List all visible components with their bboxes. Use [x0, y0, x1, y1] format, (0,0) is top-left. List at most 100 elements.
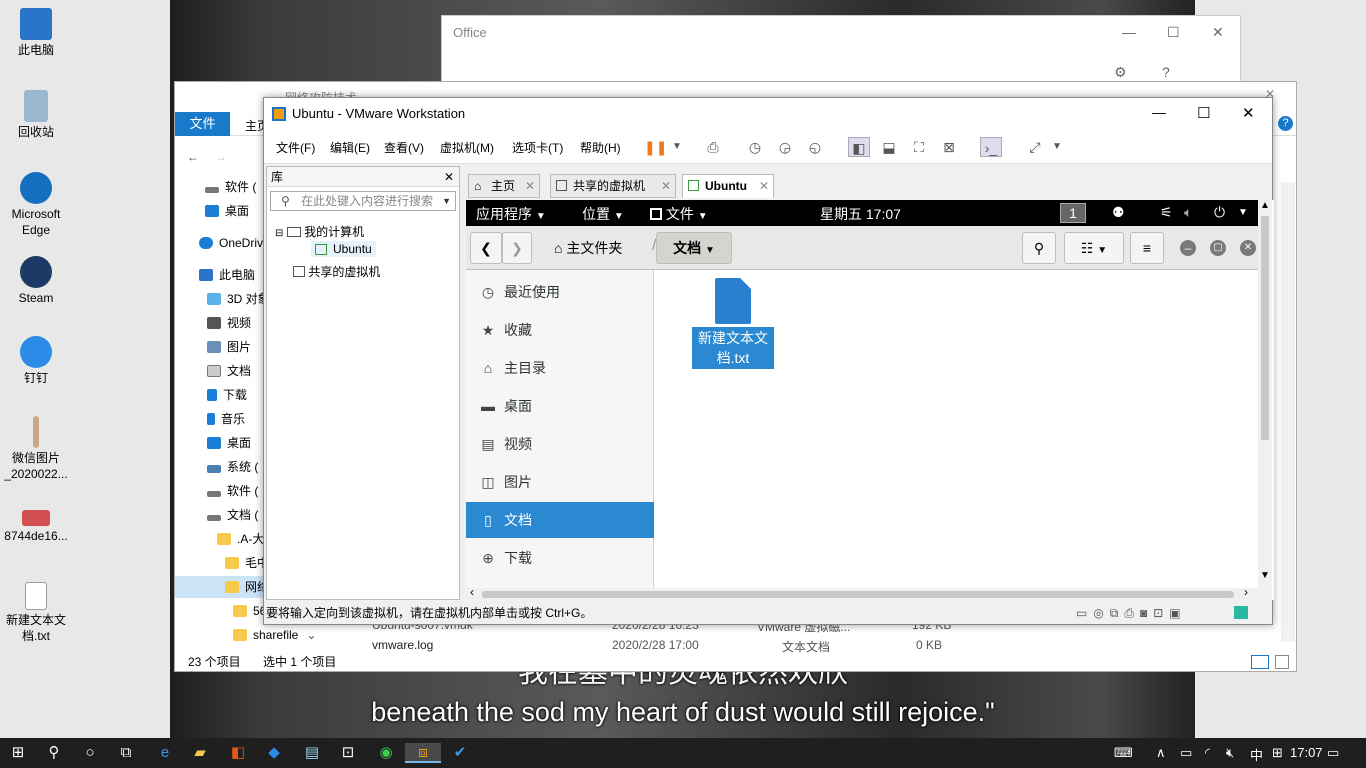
desktop-icon-steam[interactable]: Steam: [2, 256, 70, 306]
menu-help[interactable]: 帮助(H): [580, 139, 621, 156]
nav-item[interactable]: 56: [233, 600, 267, 622]
desktop-icon-wechat-image[interactable]: 微信图片_2020022...: [2, 416, 70, 482]
library-search-input[interactable]: ⚲ 在此处键入内容进行搜索 ▼: [270, 191, 456, 211]
scroll-down-icon[interactable]: ▼: [1260, 570, 1270, 581]
place-desktop[interactable]: ▬ 桌面: [466, 388, 654, 424]
stretch-icon[interactable]: ⤢: [1024, 137, 1046, 157]
maximize-icon[interactable]: ▢: [1210, 240, 1226, 256]
chevron-down-icon[interactable]: ▼: [666, 137, 688, 157]
store-icon[interactable]: ⊡: [338, 743, 358, 763]
message-icon[interactable]: [1234, 606, 1248, 619]
scroll-left-icon[interactable]: ‹: [470, 585, 474, 599]
desktop-icon-this-pc[interactable]: 此电脑: [2, 8, 70, 58]
tab-shared-vms[interactable]: 共享的虚拟机 ✕: [550, 174, 676, 198]
ribbon-file-tab[interactable]: 文件: [175, 112, 230, 136]
notepad-icon[interactable]: ▤: [302, 743, 322, 763]
close-icon[interactable]: ✕: [759, 175, 769, 197]
explorer-vertical-scrollbar[interactable]: [1281, 182, 1295, 642]
back-arrow-icon[interactable]: ←: [187, 150, 199, 164]
users-icon[interactable]: ⚉: [1112, 204, 1125, 221]
nav-item[interactable]: 视频: [207, 312, 251, 334]
help-icon[interactable]: ?: [1162, 64, 1170, 80]
nav-item[interactable]: 桌面: [207, 432, 251, 454]
volume-icon[interactable]: 🔈︎: [1184, 204, 1192, 221]
nav-item[interactable]: 3D 对象: [207, 288, 267, 310]
library-view-icon[interactable]: ◧: [848, 137, 870, 157]
device-status-icons[interactable]: ▭◎⧉⎙◙⊡▣: [1076, 604, 1187, 622]
close-icon[interactable]: ✕: [661, 175, 671, 197]
desktop-icon-dingtalk[interactable]: 钉钉: [2, 336, 70, 386]
collapse-icon[interactable]: ⊟: [275, 228, 283, 239]
desktop-icon-text-file[interactable]: 新建文本文档.txt: [2, 582, 70, 644]
edge-icon[interactable]: e: [155, 743, 175, 763]
path-current-folder-button[interactable]: 文档 ▼: [656, 232, 732, 264]
files-app-menu[interactable]: 文件 ▼: [650, 204, 708, 224]
vmware-window[interactable]: Ubuntu - VMware Workstation — ☐ ✕ 文件(F) …: [263, 97, 1274, 625]
battery-icon[interactable]: ▭: [1180, 745, 1192, 761]
fullscreen-icon[interactable]: ⛶: [908, 137, 930, 157]
place-documents[interactable]: ▯ 文档: [466, 502, 654, 538]
nav-item[interactable]: 图片: [207, 336, 251, 358]
chevron-down-icon[interactable]: ▼: [442, 192, 451, 210]
scrollbar-thumb[interactable]: [1261, 216, 1269, 440]
tree-node-shared-vms[interactable]: 共享的虚拟机: [293, 263, 380, 280]
large-icons-view-icon[interactable]: [1275, 655, 1289, 669]
nav-item-selected[interactable]: 网络: [175, 576, 267, 598]
cortana-icon[interactable]: ○: [80, 743, 100, 763]
forward-arrow-icon[interactable]: →: [215, 150, 227, 164]
menu-file[interactable]: 文件(F): [276, 139, 315, 156]
maximize-icon[interactable]: ☐: [1167, 24, 1180, 41]
menu-tabs[interactable]: 选项卡(T): [512, 139, 563, 156]
tab-ubuntu[interactable]: Ubuntu ✕: [682, 174, 774, 198]
wifi-icon[interactable]: ◜: [1205, 745, 1210, 761]
horizontal-scrollbar[interactable]: ‹ ›: [466, 585, 1262, 600]
unity-icon[interactable]: ⊠: [938, 137, 960, 157]
power-icon[interactable]: ⏻: [1214, 204, 1225, 221]
revert-snapshot-icon[interactable]: ◶: [774, 137, 796, 157]
nav-item[interactable]: 软件 (: [205, 176, 256, 198]
nav-item[interactable]: 音乐: [207, 408, 245, 430]
minimize-icon[interactable]: —: [1152, 104, 1166, 120]
file-item-selected[interactable]: 新建文本文档.txt: [692, 278, 774, 370]
search-button[interactable]: ⚲: [1022, 232, 1056, 264]
menu-view[interactable]: 查看(V): [384, 139, 424, 156]
chevron-down-icon[interactable]: ⌄: [306, 628, 316, 642]
menu-button[interactable]: ≡: [1130, 232, 1164, 264]
close-icon[interactable]: ✕: [444, 167, 454, 187]
file-explorer-icon[interactable]: ▰: [190, 743, 210, 763]
applications-menu[interactable]: 应用程序 ▼: [476, 204, 546, 224]
clock[interactable]: 17:07: [1290, 745, 1323, 760]
menu-vm[interactable]: 虚拟机(M): [440, 139, 494, 156]
close-icon[interactable]: ✕: [525, 175, 535, 197]
nav-item[interactable]: .A-大: [217, 528, 267, 550]
send-ctrl-alt-del-icon[interactable]: ⎙: [702, 137, 724, 157]
nav-item[interactable]: 下载: [207, 384, 247, 406]
nav-item[interactable]: sharefile ⌄: [233, 624, 343, 646]
pause-icon[interactable]: ❚❚: [644, 137, 667, 157]
nav-item[interactable]: OneDriv: [199, 232, 267, 254]
menu-edit[interactable]: 编辑(E): [330, 139, 370, 156]
nav-item[interactable]: 此电脑: [199, 264, 255, 286]
notification-icon[interactable]: ▭: [1327, 745, 1339, 761]
close-icon[interactable]: ✕: [1212, 24, 1224, 41]
search-icon[interactable]: ⚲: [44, 743, 64, 763]
dingtalk-icon[interactable]: ◆: [264, 743, 284, 763]
office-window[interactable]: Office — ☐ ✕ ⚙ ?: [441, 15, 1241, 85]
minimize-icon[interactable]: –: [1180, 240, 1196, 256]
ubuntu-guest-screen[interactable]: 应用程序 ▼ 位置 ▼ 文件 ▼ 星期五 17:07 1 ⚉ ⚟ 🔈︎ ⏻ ▼ …: [466, 200, 1274, 600]
view-options-button[interactable]: ☷ ▼: [1064, 232, 1124, 264]
maximize-icon[interactable]: ☐: [1197, 104, 1210, 122]
chevron-down-icon[interactable]: ▼: [1238, 207, 1248, 218]
details-view-icon[interactable]: [1251, 655, 1269, 669]
tab-home[interactable]: ⌂ 主页 ✕: [468, 174, 540, 198]
scrollbar-thumb[interactable]: [482, 591, 1234, 598]
snapshot-icon[interactable]: ◷: [744, 137, 766, 157]
network-icon[interactable]: ⚟: [1160, 204, 1173, 221]
wechat-icon[interactable]: ◉: [376, 743, 396, 763]
scroll-up-icon[interactable]: ▲: [1260, 200, 1270, 211]
snapshot-manager-icon[interactable]: ◵: [804, 137, 826, 157]
vmware-vertical-scrollbar[interactable]: ▲ ▼: [1258, 200, 1272, 600]
chevron-down-icon[interactable]: ▼: [1046, 137, 1068, 157]
place-starred[interactable]: ★ 收藏: [466, 312, 654, 348]
keyboard-icon[interactable]: ⌨: [1114, 745, 1133, 761]
